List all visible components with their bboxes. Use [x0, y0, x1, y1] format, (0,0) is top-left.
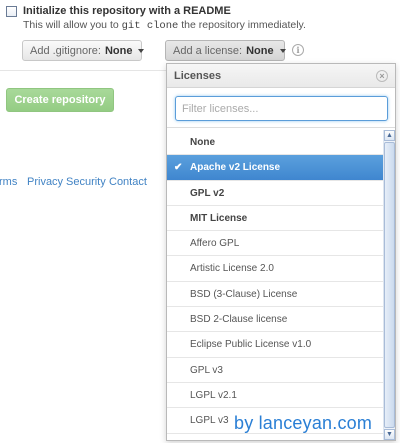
readme-checkbox[interactable]: [6, 6, 17, 17]
license-option[interactable]: BSD (3-Clause) License: [167, 282, 383, 308]
create-repository-button[interactable]: Create repository: [6, 88, 114, 112]
readme-option[interactable]: Initialize this repository with a README…: [6, 5, 306, 33]
footer-link-terms[interactable]: rms: [0, 176, 17, 188]
readme-text: Initialize this repository with a README…: [23, 5, 306, 33]
license-option-label: BSD 2-Clause license: [190, 314, 288, 326]
scroll-up-arrow-icon[interactable]: ▲: [384, 130, 395, 141]
caret-down-icon: [138, 48, 145, 53]
checkmark-icon: ✔: [174, 162, 183, 174]
license-option[interactable]: ✔ Apache v2 License: [167, 155, 383, 181]
gitignore-dropdown-button[interactable]: Add .gitignore: None: [22, 40, 145, 61]
license-value: None: [246, 44, 274, 57]
filter-container: [167, 88, 395, 128]
watermark: by lanceyan.com: [234, 413, 373, 433]
footer-link-security[interactable]: Security: [66, 176, 106, 188]
info-icon[interactable]: i: [292, 44, 304, 56]
footer-link-contact[interactable]: Contact: [109, 176, 147, 188]
readme-desc-after: the repository immediately.: [178, 19, 306, 31]
scrollbar-thumb[interactable]: [384, 142, 395, 428]
license-option-label: MIT License: [190, 212, 248, 224]
license-label: Add a license:: [173, 44, 243, 57]
readme-desc-code: git clone: [121, 20, 179, 32]
license-option[interactable]: None: [167, 130, 383, 156]
readme-title: Initialize this repository with a README: [23, 5, 231, 17]
scrollbar[interactable]: ▲ ▼: [383, 130, 395, 440]
filter-licenses-input[interactable]: [175, 96, 388, 121]
license-option[interactable]: Eclipse Public License v1.0: [167, 332, 383, 358]
divider: [0, 70, 166, 71]
license-dropdown-button[interactable]: Add a license: None: [165, 40, 286, 61]
license-option[interactable]: BSD 2-Clause license: [167, 307, 383, 333]
footer-link-privacy[interactable]: Privacy: [27, 176, 63, 188]
gitignore-label: Add .gitignore:: [30, 44, 101, 57]
license-menu-header: Licenses ×: [167, 64, 395, 88]
license-option[interactable]: Affero GPL: [167, 231, 383, 257]
license-option-label: None: [190, 137, 215, 148]
license-option[interactable]: MIT License: [167, 206, 383, 232]
license-option-label: LGPL v2.1: [190, 389, 237, 401]
close-icon[interactable]: ×: [376, 70, 388, 82]
license-option[interactable]: GPL v3: [167, 358, 383, 383]
license-option[interactable]: GPL v2: [167, 181, 383, 206]
gitignore-value: None: [104, 44, 133, 57]
license-menu-title: Licenses: [174, 70, 222, 82]
license-menu: Licenses × None ✔ Apache v2 License GPL v2 M…: [166, 63, 396, 441]
caret-down-icon: [279, 48, 286, 53]
license-option-label: GPL v3: [190, 364, 223, 376]
scroll-down-arrow-icon[interactable]: ▼: [384, 429, 395, 440]
license-option-label: BSD (3-Clause) License: [190, 288, 298, 300]
license-list: None ✔ Apache v2 License GPL v2 MIT License A…: [167, 130, 395, 440]
license-option-label: LGPL v3: [190, 415, 229, 427]
license-option-label: Apache v2 License: [190, 162, 281, 174]
license-option-label: Eclipse Public License v1.0: [190, 339, 312, 351]
readme-description: This will allow you to git clone the rep…: [23, 18, 306, 33]
license-option-label: Affero GPL: [190, 238, 240, 250]
license-option-label: GPL v2: [190, 187, 225, 199]
readme-desc-before: This will allow you to: [23, 19, 122, 31]
license-option[interactable]: LGPL v2.1: [167, 383, 383, 409]
license-option-label: Artistic License 2.0: [190, 263, 274, 275]
license-option[interactable]: Artistic License 2.0: [167, 256, 383, 282]
